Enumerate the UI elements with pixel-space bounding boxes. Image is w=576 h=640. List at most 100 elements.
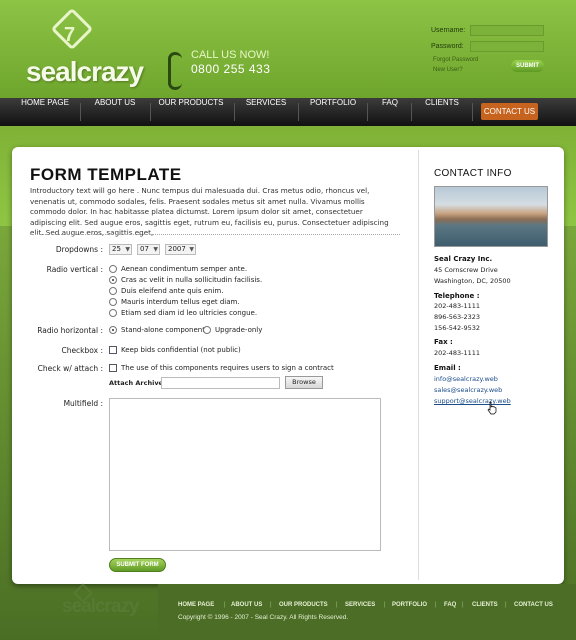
username-input[interactable] [470,25,544,36]
confidential-checkbox[interactable] [109,346,117,354]
nav-item-about[interactable]: ABOUT US [86,98,144,126]
footer-link-contact[interactable]: CONTACT US [514,602,553,608]
page-title: FORM TEMPLATE [30,165,182,184]
checkbox-label: Checkbox : [61,346,103,355]
email-link-support[interactable]: support@sealcrazy.web [434,397,511,405]
radio-option-label: Mauris interdum tellus eget diam. [121,298,240,306]
multifield-textarea[interactable] [109,398,381,551]
email-link-sales[interactable]: sales@sealcrazy.web [434,386,502,394]
forgot-password-link[interactable]: Forgot Password [433,57,478,63]
fax-label: Fax : [434,338,453,346]
radio-horizontal-option[interactable] [203,326,211,334]
footer-link-clients[interactable]: CLIENTS [472,602,498,608]
login-submit-button[interactable]: SUBMIT [511,60,544,72]
nav-item-portfolio[interactable]: PORTFOLIO [304,98,362,126]
footer-link-about[interactable]: ABOUT US [231,602,262,608]
address-line-1: 45 Cornscrew Drive [434,266,498,274]
radio-vertical-option[interactable] [109,287,117,295]
email-link-info[interactable]: info@sealcrazy.web [434,375,498,383]
password-label: Password: [431,43,464,50]
password-input[interactable] [470,41,544,52]
radio-option-label: Upgrade-only [215,326,263,334]
multifield-label: Multifield : [63,399,103,408]
footer-logo: sealcrazy [62,596,140,617]
year-select[interactable]: 2007 ▼ [165,244,196,255]
footer-link-services[interactable]: SERVICES [345,602,375,608]
nav-item-contact[interactable]: CONTACT US [481,103,538,120]
radio-option-label: Cras ac velit in nulla sollicitudin faci… [121,276,263,284]
dropdowns-label: Dropdowns : [55,245,103,254]
radio-option-label: Stand-alone component [121,326,205,334]
chevron-down-icon: ▼ [125,246,130,253]
month-select-value: 07 [140,245,149,253]
logo[interactable]: sealcrazy [26,56,144,88]
nav-divider [367,103,368,121]
footer-divider: | [462,602,464,608]
harbor-photo [434,186,548,247]
radio-vertical-option[interactable] [109,276,117,284]
checkbox-text: Keep bids confidential (not public) [121,346,241,354]
nav-divider [150,103,151,121]
check-attach-text: The use of this components requires user… [121,364,334,372]
separator [30,234,400,235]
day-select[interactable]: 25 ▼ [109,244,132,255]
browse-button[interactable]: Browse [285,376,323,389]
nav-divider [234,103,235,121]
footer-divider: | [505,602,507,608]
nav-divider [411,103,412,121]
year-select-value: 2007 [168,245,186,253]
email-label: Email : [434,364,461,372]
radio-horizontal-label: Radio horizontal : [37,326,103,335]
intro-text: Introductory text will go here . Nunc te… [30,186,389,237]
call-label: CALL US NOW! [191,49,270,61]
nav-divider [80,103,81,121]
radio-horizontal-option[interactable] [109,326,117,334]
main-nav: HOME PAGE ABOUT US OUR PRODUCTS SERVICES… [0,98,576,126]
phone-number: 896-563-2323 [434,313,481,321]
chevron-down-icon: ▼ [153,246,158,253]
radio-option-label: Aenean condimentum semper ante. [121,265,248,273]
footer-divider: | [224,602,226,608]
column-divider [418,150,419,580]
footer-link-products[interactable]: OUR PRODUCTS [279,602,328,608]
check-attach-label: Check w/ attach : [37,364,103,373]
footer-link-home[interactable]: HOME PAGE [178,602,214,608]
footer-divider: | [270,602,272,608]
footer-divider: | [435,602,437,608]
footer-link-portfolio[interactable]: PORTFOLIO [392,602,427,608]
nav-divider [472,103,473,121]
phone-number: 156-542-9532 [434,324,481,332]
footer-divider: | [336,602,338,608]
new-user-link[interactable]: New User? [433,67,463,73]
nav-item-home[interactable]: HOME PAGE [14,98,76,126]
footer-link-faq[interactable]: FAQ [444,602,456,608]
company-name: Seal Crazy Inc. [434,255,493,263]
logo-glyph: 7 [64,24,76,46]
phone-icon [168,52,182,90]
radio-option-label: Duis eleifend ante quis enim. [121,287,224,295]
month-select[interactable]: 07 ▼ [137,244,160,255]
day-select-value: 25 [112,245,121,253]
phone-number: 202-483-1111 [434,302,481,310]
submit-form-button[interactable]: SUBMIT FORM [109,558,166,572]
radio-vertical-option[interactable] [109,298,117,306]
username-label: Username: [431,27,466,34]
nav-item-products[interactable]: OUR PRODUCTS [156,98,226,126]
nav-divider [298,103,299,121]
contact-title: CONTACT INFO [434,168,512,179]
nav-item-services[interactable]: SERVICES [240,98,292,126]
address-line-2: Washington, DC, 20500 [434,277,511,285]
footer-panel [158,584,576,640]
radio-option-label: Etiam sed diam id leo ultricies congue. [121,309,258,317]
nav-item-clients[interactable]: CLIENTS [418,98,466,126]
attach-file-input[interactable] [161,377,280,389]
footer-divider: | [384,602,386,608]
copyright: Copyright © 1996 - 2007 - Seal Crazy. Al… [178,614,349,621]
telephone-label: Telephone : [434,292,480,300]
contract-checkbox[interactable] [109,364,117,372]
hand-cursor-icon [487,401,497,415]
radio-vertical-option[interactable] [109,309,117,317]
radio-vertical-label: Radio vertical : [46,265,103,274]
radio-vertical-option[interactable] [109,265,117,273]
nav-item-faq[interactable]: FAQ [374,98,406,126]
